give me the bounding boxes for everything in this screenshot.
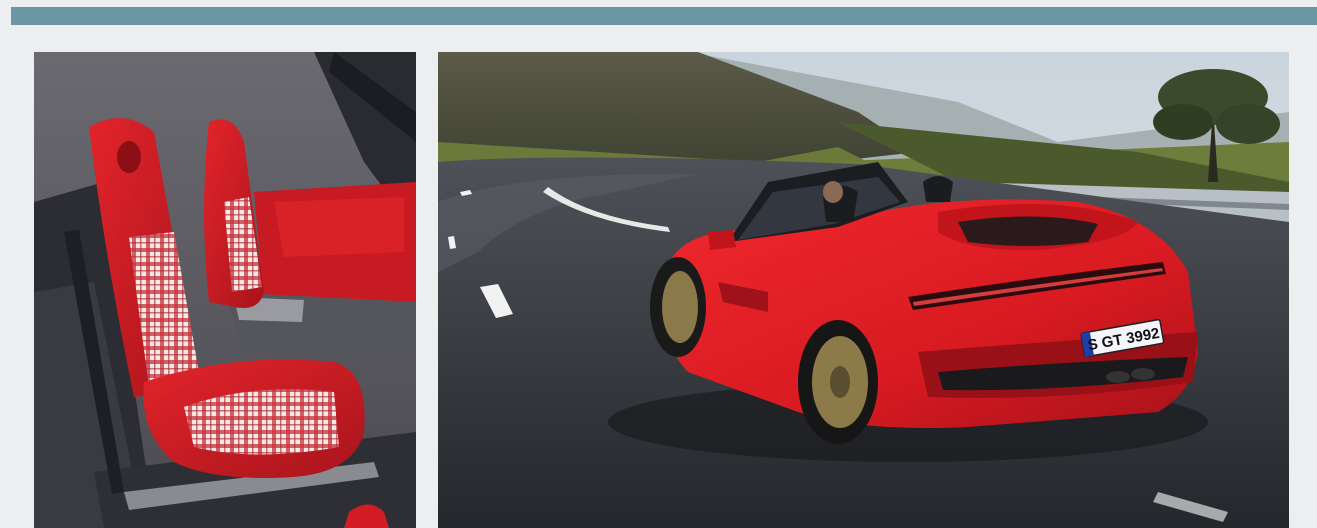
car-road-illustration: S GT 3992 [438,52,1289,528]
header-bar [11,7,1317,25]
interior-illustration [34,52,416,528]
car-road-photo: S GT 3992 [438,52,1289,528]
interior-photo [34,52,416,528]
